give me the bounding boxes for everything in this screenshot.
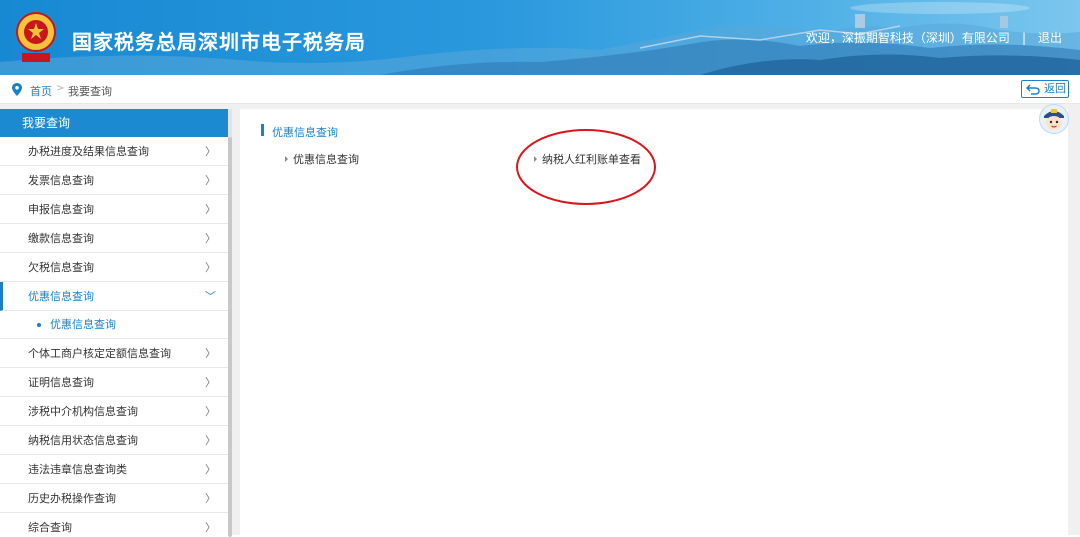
bullet-dot — [37, 323, 41, 327]
scrollbar-thumb[interactable] — [228, 137, 232, 537]
top-header: 国家税务总局深圳市电子税务局 欢迎，深振期智科技（深圳）有限公司 | 退出 — [0, 0, 1080, 75]
preferential-query-link[interactable]: 优惠信息查询 — [285, 151, 359, 167]
logout-link[interactable]: 退出 — [1038, 29, 1062, 46]
chevron-right-icon: 〉 — [205, 405, 216, 418]
chevron-right-icon: 〉 — [205, 347, 216, 360]
sidebar-item-label: 历史办税操作查询 — [28, 492, 116, 505]
link-label: 优惠信息查询 — [293, 153, 359, 166]
breadcrumb: 首页 > 我要查询 返回 — [0, 75, 1080, 104]
back-button[interactable]: 返回 — [1021, 80, 1069, 98]
sidebar-item-agency-query[interactable]: 涉税中介机构信息查询 〉 — [0, 397, 228, 426]
tax-emblem-icon — [16, 12, 56, 62]
chevron-down-icon: ﹀ — [205, 290, 216, 303]
chevron-right-icon: 〉 — [205, 145, 216, 158]
sidebar-item-invoice-query[interactable]: 发票信息查询 〉 — [0, 166, 228, 195]
sidebar-item-credit-query[interactable]: 纳税信用状态信息查询 〉 — [0, 426, 228, 455]
chevron-right-icon: 〉 — [205, 261, 216, 274]
company-name: 深振期智科技（深圳）有限公司 — [841, 31, 1010, 45]
breadcrumb-home-link[interactable]: 首页 — [30, 83, 52, 99]
back-button-label: 返回 — [1044, 82, 1066, 95]
welcome-text: 欢迎， — [805, 31, 842, 45]
chevron-right-icon: 〉 — [205, 232, 216, 245]
chevron-right-icon: 〉 — [205, 521, 216, 534]
sidebar-item-label: 纳税信用状态信息查询 — [28, 434, 138, 447]
sidebar-item-label: 欠税信息查询 — [28, 261, 94, 274]
sidebar-item-label: 办税进度及结果信息查询 — [28, 145, 149, 158]
sidebar-subitem-label: 优惠信息查询 — [50, 318, 116, 331]
sidebar-item-declaration-query[interactable]: 申报信息查询 〉 — [0, 195, 228, 224]
section-accent-bar — [261, 124, 264, 136]
user-bar: 欢迎，深振期智科技（深圳）有限公司 | 退出 — [806, 29, 1062, 46]
sidebar-item-label: 违法违章信息查询类 — [28, 463, 127, 476]
chevron-right-icon: 〉 — [205, 434, 216, 447]
sidebar-scrollbar[interactable] — [228, 109, 232, 537]
assistant-avatar-icon[interactable] — [1039, 104, 1069, 134]
sidebar-item-preferential-query[interactable]: 优惠信息查询 ﹀ — [0, 282, 228, 311]
header-separator: | — [1021, 31, 1026, 45]
chevron-right-icon: 〉 — [205, 492, 216, 505]
chevron-right-icon: 〉 — [205, 174, 216, 187]
sidebar-item-certificate-query[interactable]: 证明信息查询 〉 — [0, 368, 228, 397]
breadcrumb-current: 我要查询 — [68, 85, 112, 98]
sidebar-item-label: 发票信息查询 — [28, 174, 94, 187]
sidebar-subitem-preferential-query[interactable]: 优惠信息查询 — [0, 311, 228, 339]
page-title: 国家税务总局深圳市电子税务局 — [72, 30, 366, 54]
chevron-right-icon: 〉 — [205, 203, 216, 216]
location-pin-icon — [12, 83, 22, 96]
sidebar-item-history-query[interactable]: 历史办税操作查询 〉 — [0, 484, 228, 513]
sidebar-item-violation-query[interactable]: 违法违章信息查询类 〉 — [0, 455, 228, 484]
sidebar-item-progress-query[interactable]: 办税进度及结果信息查询 〉 — [0, 137, 228, 166]
sidebar-item-label: 申报信息查询 — [28, 203, 94, 216]
sidebar-item-label: 综合查询 — [28, 521, 72, 534]
sidebar-title: 我要查询 — [0, 109, 228, 137]
chevron-right-icon: 〉 — [205, 376, 216, 389]
breadcrumb-arrow: > — [56, 83, 65, 94]
sidebar-item-arrears-query[interactable]: 欠税信息查询 〉 — [0, 253, 228, 282]
sidebar-item-payment-query[interactable]: 缴款信息查询 〉 — [0, 224, 228, 253]
sidebar-item-label: 证明信息查询 — [28, 376, 94, 389]
sidebar-item-comprehensive-query[interactable]: 综合查询 〉 — [0, 513, 228, 535]
sidebar-item-label: 涉税中介机构信息查询 — [28, 405, 138, 418]
red-annotation-ellipse — [516, 129, 656, 205]
sidebar-item-label: 缴款信息查询 — [28, 232, 94, 245]
section-title: 优惠信息查询 — [272, 126, 338, 139]
chevron-right-icon: 〉 — [205, 463, 216, 476]
triangle-bullet-icon — [285, 156, 288, 162]
sidebar-item-label: 个体工商户核定定额信息查询 — [28, 347, 171, 360]
sidebar-item-label: 优惠信息查询 — [28, 290, 94, 303]
sidebar-item-quota-query[interactable]: 个体工商户核定定额信息查询 〉 — [0, 339, 228, 368]
return-arrow-icon — [1026, 84, 1040, 95]
sidebar: 我要查询 办税进度及结果信息查询〉 发票信息查询〉 申报信息查询〉 缴款信息查询… — [0, 109, 228, 535]
